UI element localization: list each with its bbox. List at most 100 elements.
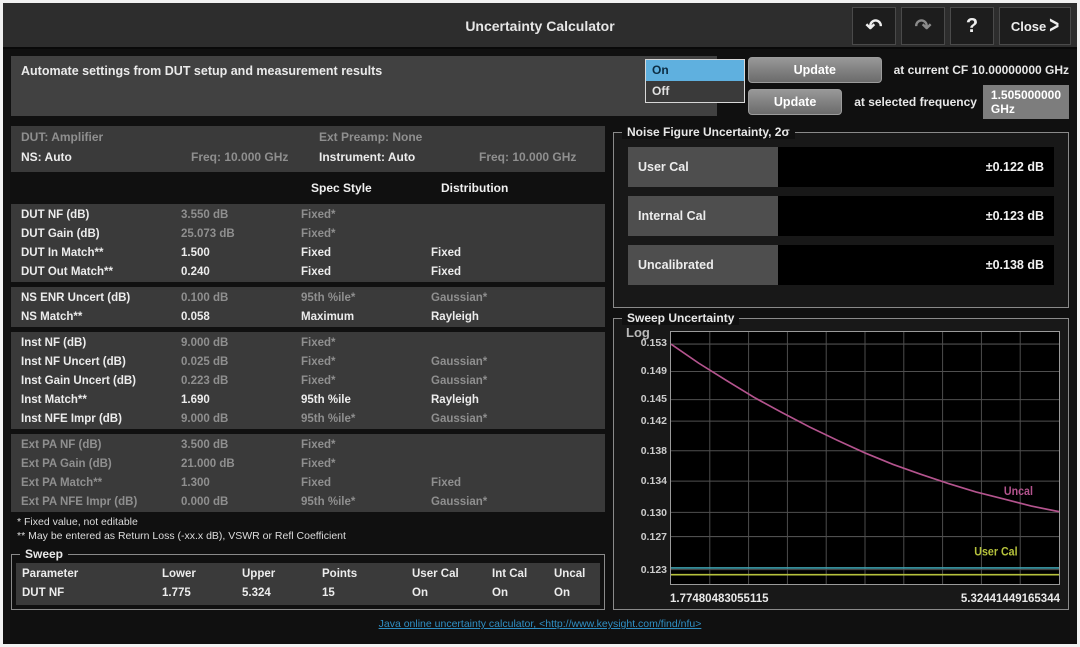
param-row: Inst Gain Uncert (dB) 0.223 dB Fixed* Gauss… (11, 371, 605, 390)
param-row: DUT NF (dB) 3.550 dB Fixed* (11, 205, 605, 224)
param-value[interactable]: 0.240 (181, 266, 301, 278)
param-spec-style: Fixed* (301, 457, 336, 470)
param-distribution[interactable]: Fixed (431, 266, 595, 278)
y-tick-label: 0.123 (640, 564, 667, 577)
svg-text:Uncal: Uncal (1004, 486, 1033, 498)
param-label: Inst Match** (21, 393, 87, 406)
instrument-freq-label: Freq: 10.000 GHz (479, 150, 577, 164)
sweep-uncertainty-title: Sweep Uncertainty (622, 311, 740, 325)
chart-y-axis: Log 0.153 0.149 0.145 0.142 0.138 0.134 0.130 0… (622, 325, 670, 585)
nf-row-label: Internal Cal (628, 196, 778, 236)
param-row: Inst NFE Impr (dB) 9.000 dB 95th %ile* Gaus… (11, 409, 605, 428)
param-spec-style[interactable]: Fixed (301, 266, 431, 278)
close-button[interactable]: Close > (999, 7, 1071, 45)
param-spec-style: Fixed* (301, 336, 336, 349)
redo-button[interactable]: ↷ (901, 7, 945, 45)
sweep-cell: 1.775 (162, 587, 191, 599)
ext-preamp-label: Ext Preamp: None (319, 130, 423, 144)
param-distribution: Gaussian* (431, 495, 488, 508)
param-spec-style[interactable]: 95th %ile (301, 394, 431, 406)
param-row[interactable]: Inst Match** 1.690 95th %ile Rayleigh (11, 390, 605, 409)
help-button[interactable]: ? (950, 7, 994, 45)
param-label: DUT Gain (dB) (21, 227, 100, 240)
param-value: 0.000 dB (181, 495, 229, 508)
nf-uncertainty-row: Uncalibrated ±0.138 dB (628, 245, 1054, 285)
param-spec-style: Fixed* (301, 208, 336, 221)
sweep-uncertainty-section: Sweep Uncertainty Log 0.153 0.149 0.145 0.1… (613, 311, 1069, 610)
param-value: 9.000 dB (181, 412, 229, 425)
y-tick-label: 0.138 (640, 444, 667, 457)
param-distribution[interactable]: Fixed (431, 247, 595, 259)
param-spec-style[interactable]: Fixed (301, 247, 431, 259)
sweep-header-cell: Lower (162, 568, 196, 580)
param-group: DUT NF (dB) 3.550 dB Fixed* DUT Gain (dB) 25… (11, 204, 605, 282)
footer: Java online uncertainty calculator, <htt… (3, 610, 1077, 632)
update-current-cf-row: Update at current CF 10.00000000 GHz (748, 56, 1069, 84)
sweep-table-row: DUT NF 1.775 5.324 15 On On On (22, 584, 594, 603)
y-tick-label: 0.127 (640, 531, 667, 544)
dut-type-label: DUT: Amplifier (21, 130, 104, 144)
nf-row-value: ±0.122 dB (778, 147, 1054, 187)
nf-row-label: Uncalibrated (628, 245, 778, 285)
parameter-panel: DUT: Amplifier Ext Preamp: None NS: Auto… (11, 126, 605, 610)
sweep-uncertainty-chart: Log 0.153 0.149 0.145 0.142 0.138 0.134 0.130 0… (622, 325, 1060, 605)
selected-frequency-field[interactable]: 1.505000000 GHz (982, 85, 1069, 119)
update-current-cf-button[interactable]: Update (748, 57, 882, 83)
param-value[interactable]: 1.500 (181, 247, 301, 259)
nf-uncertainty-section: Noise Figure Uncertainty, 2σ User Cal ±0.… (613, 125, 1069, 308)
top-controls: Automate settings from DUT setup and mea… (3, 54, 1077, 120)
undo-icon: ↶ (865, 15, 883, 38)
param-group: Ext PA NF (dB) 3.500 dB Fixed* Ext PA Gain … (11, 434, 605, 512)
sweep-section-title: Sweep (20, 547, 69, 561)
x-axis-start-label: 1.77480483055115 (670, 593, 769, 605)
footnote-match: ** May be entered as Return Loss (-xx.x … (17, 530, 346, 542)
undo-button[interactable]: ↶ (852, 7, 896, 45)
param-value[interactable]: 0.058 (181, 311, 301, 323)
param-row: Inst NF (dB) 9.000 dB Fixed* (11, 333, 605, 352)
param-row: Ext PA Match** 1.300 Fixed Fixed (11, 473, 605, 492)
param-spec-style: Fixed* (301, 438, 336, 451)
sweep-header-cell: Points (322, 568, 358, 580)
y-tick-label: 0.134 (640, 475, 667, 488)
param-row: Ext PA NFE Impr (dB) 0.000 dB 95th %ile* Ga… (11, 492, 605, 511)
param-value: 25.073 dB (181, 227, 235, 240)
param-distribution: Gaussian* (431, 291, 488, 304)
y-tick-label: 0.153 (640, 337, 667, 350)
sweep-cell[interactable]: On (492, 584, 554, 603)
help-icon: ? (965, 14, 979, 37)
automate-option-off[interactable]: Off (646, 81, 744, 102)
title-bar: Uncertainty Calculator ↶ ↷ ? Close > (3, 3, 1077, 49)
param-row[interactable]: DUT In Match** 1.500 Fixed Fixed (11, 243, 605, 262)
param-label: Ext PA Gain (dB) (21, 457, 112, 470)
update-selected-freq-button[interactable]: Update (748, 89, 843, 115)
java-calculator-link[interactable]: Java online uncertainty calculator, <htt… (379, 618, 702, 630)
param-row[interactable]: DUT Out Match** 0.240 Fixed Fixed (11, 262, 605, 281)
sweep-header-cell: Parameter (22, 568, 79, 580)
param-label: Inst NFE Impr (dB) (21, 412, 122, 425)
param-distribution[interactable]: Rayleigh (431, 394, 595, 406)
sweep-cell[interactable]: On (412, 584, 492, 603)
param-spec-style[interactable]: Maximum (301, 311, 431, 323)
update-selected-freq-row: Update at selected frequency 1.505000000… (748, 85, 1069, 119)
param-label: DUT NF (dB) (21, 208, 90, 221)
sweep-section: Sweep Parameter Lower Upper Points User Cal I… (11, 547, 605, 610)
param-label: Inst NF Uncert (dB) (21, 355, 126, 368)
current-cf-text: at current CF 10.00000000 GHz (893, 63, 1069, 77)
sweep-header-cell: User Cal (412, 568, 459, 580)
title-bar-buttons: ↶ ↷ ? Close > (852, 7, 1071, 45)
param-row[interactable]: NS Match** 0.058 Maximum Rayleigh (11, 307, 605, 326)
param-spec-style: 95th %ile* (301, 495, 356, 508)
param-distribution[interactable]: Rayleigh (431, 311, 595, 323)
param-spec-style: 95th %ile* (301, 291, 356, 304)
nf-uncertainty-row: Internal Cal ±0.123 dB (628, 196, 1054, 236)
nf-row-value: ±0.138 dB (778, 245, 1054, 285)
sweep-header-cell: Int Cal (492, 568, 528, 580)
y-tick-label: 0.145 (640, 393, 667, 406)
y-tick-label: 0.149 (640, 364, 667, 377)
param-value[interactable]: 1.690 (181, 394, 301, 406)
close-button-label: Close (1010, 18, 1047, 34)
automate-option-on[interactable]: On (646, 60, 744, 81)
sweep-header-cell: Uncal (554, 568, 586, 580)
nf-uncertainty-title: Noise Figure Uncertainty, 2σ (622, 125, 795, 139)
sweep-cell[interactable]: On (554, 584, 594, 603)
